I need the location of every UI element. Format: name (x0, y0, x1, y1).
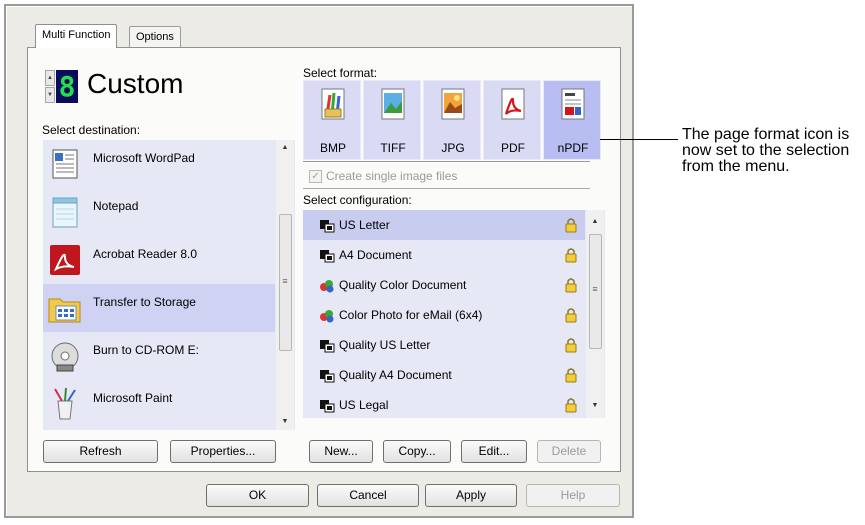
configuration-divider (303, 188, 590, 189)
list-item-label: Notepad (93, 199, 139, 213)
list-item[interactable]: US Legal (303, 390, 585, 418)
bw-config-icon (320, 220, 335, 233)
list-item-label: Quality US Letter (339, 338, 431, 352)
delete-button[interactable]: Delete (537, 440, 601, 463)
bw-config-icon (320, 400, 335, 413)
pdf-icon (501, 88, 525, 120)
lock-icon (565, 218, 577, 233)
list-item[interactable]: Notepad (43, 188, 275, 236)
tiff-icon (381, 88, 405, 120)
list-item-label: Transfer to Storage (93, 295, 196, 309)
destination-list[interactable]: Microsoft WordPad Notepad Acrobat Reader… (43, 140, 295, 430)
lock-icon (565, 338, 577, 353)
list-item[interactable]: US Letter (303, 210, 585, 240)
jpg-icon (441, 88, 465, 120)
callout-text: The page format icon is now set to the s… (682, 126, 850, 175)
format-label-text: nPDF (557, 141, 589, 155)
configuration-label: Select configuration: (303, 193, 412, 207)
configuration-scrollbar[interactable]: ▲ ≡ ▼ (586, 210, 604, 418)
lock-icon (565, 398, 577, 413)
npdf-icon (561, 88, 585, 120)
bw-config-icon (320, 370, 335, 383)
wordpad-icon (52, 149, 78, 179)
format-jpg[interactable]: JPG (423, 80, 481, 160)
edit-button[interactable]: Edit... (461, 440, 527, 463)
format-npdf[interactable]: nPDF (543, 80, 601, 160)
scroll-down-icon[interactable]: ▼ (279, 418, 291, 425)
list-item[interactable]: Acrobat Reader 8.0 (43, 236, 275, 284)
notepad-icon (52, 197, 78, 228)
format-bmp[interactable]: BMP (303, 80, 361, 160)
list-item[interactable]: Burn to CD-ROM E: (43, 332, 275, 380)
list-item[interactable]: A4 Document (303, 240, 585, 270)
lock-icon (565, 308, 577, 323)
copy-button[interactable]: Copy... (383, 440, 451, 463)
single-image-checkbox[interactable]: ✓ (309, 170, 322, 183)
cancel-button[interactable]: Cancel (317, 484, 419, 507)
tab-options[interactable]: Options (129, 26, 181, 48)
list-item-label: Quality Color Document (339, 278, 467, 292)
destination-scrollbar[interactable]: ▲ ≡ ▼ (276, 140, 294, 430)
list-item-label: Microsoft WordPad (93, 151, 195, 165)
list-item[interactable]: Quality A4 Document (303, 360, 585, 390)
color-config-icon (320, 310, 334, 323)
list-item-label: US Legal (339, 398, 389, 412)
bw-config-icon (320, 250, 335, 263)
list-item-label: Microsoft Paint (93, 391, 173, 405)
ok-button[interactable]: OK (206, 484, 309, 507)
spinner-down-button[interactable]: ▼ (45, 87, 55, 103)
button-name-title: Custom (87, 68, 184, 99)
format-pdf[interactable]: PDF (483, 80, 541, 160)
color-config-icon (320, 280, 334, 293)
format-tiff[interactable]: TIFF (363, 80, 421, 160)
help-button[interactable]: Help (526, 484, 620, 507)
format-label-text: BMP (319, 141, 346, 155)
list-item[interactable]: Color Photo for eMail (6x4) (303, 300, 585, 330)
format-label: Select format: (303, 66, 378, 80)
paint-icon (54, 387, 76, 420)
list-item-label: US Letter (339, 218, 390, 232)
config-spinner[interactable]: ▲ ▼ (45, 70, 55, 103)
list-item-label: A4 Document (339, 248, 412, 262)
list-item[interactable]: Microsoft Paint (43, 380, 275, 428)
bmp-icon (321, 88, 345, 120)
grip-icon: ≡ (282, 276, 288, 286)
spinner-up-button[interactable]: ▲ (45, 70, 55, 86)
list-item-label: Quality A4 Document (339, 368, 452, 382)
grip-icon: ≡ (592, 284, 598, 294)
list-item-label: Burn to CD-ROM E: (93, 343, 200, 357)
list-item[interactable]: Quality US Letter (303, 330, 585, 360)
folder-icon (48, 298, 81, 323)
configuration-list[interactable]: US Letter A4 Document Quality Color Docu… (303, 210, 605, 418)
list-item-label: Acrobat Reader 8.0 (93, 247, 198, 261)
properties-button[interactable]: Properties... (170, 440, 276, 463)
single-image-checkbox-label: Create single image files (326, 169, 458, 183)
tab-multi-function[interactable]: Multi Function (35, 24, 118, 48)
scroll-up-icon[interactable]: ▲ (279, 144, 291, 151)
scroll-down-icon[interactable]: ▼ (589, 402, 601, 409)
new-button[interactable]: New... (309, 440, 373, 463)
button-number-display: 8 (56, 70, 78, 103)
format-divider (303, 161, 590, 162)
apply-button[interactable]: Apply (425, 484, 517, 507)
format-label-text: PDF (501, 141, 525, 155)
list-item[interactable]: Transfer to Storage (43, 284, 275, 332)
list-item[interactable]: Quality Color Document (303, 270, 585, 300)
callout-line (600, 139, 678, 140)
scroll-up-icon[interactable]: ▲ (589, 218, 601, 225)
acrobat-icon (50, 245, 80, 275)
lock-icon (565, 368, 577, 383)
lock-icon (565, 248, 577, 263)
refresh-button[interactable]: Refresh (43, 440, 158, 463)
format-label-text: TIFF (380, 141, 406, 155)
list-item[interactable]: Microsoft WordPad (43, 140, 275, 188)
cd-icon (51, 342, 79, 372)
destination-label: Select destination: (42, 123, 141, 137)
lock-icon (565, 278, 577, 293)
bw-config-icon (320, 340, 335, 353)
format-label-text: JPG (441, 141, 465, 155)
list-item-label: Color Photo for eMail (6x4) (339, 308, 483, 322)
format-selector: BMP TIFF JPG PDF nPDF (303, 80, 601, 160)
